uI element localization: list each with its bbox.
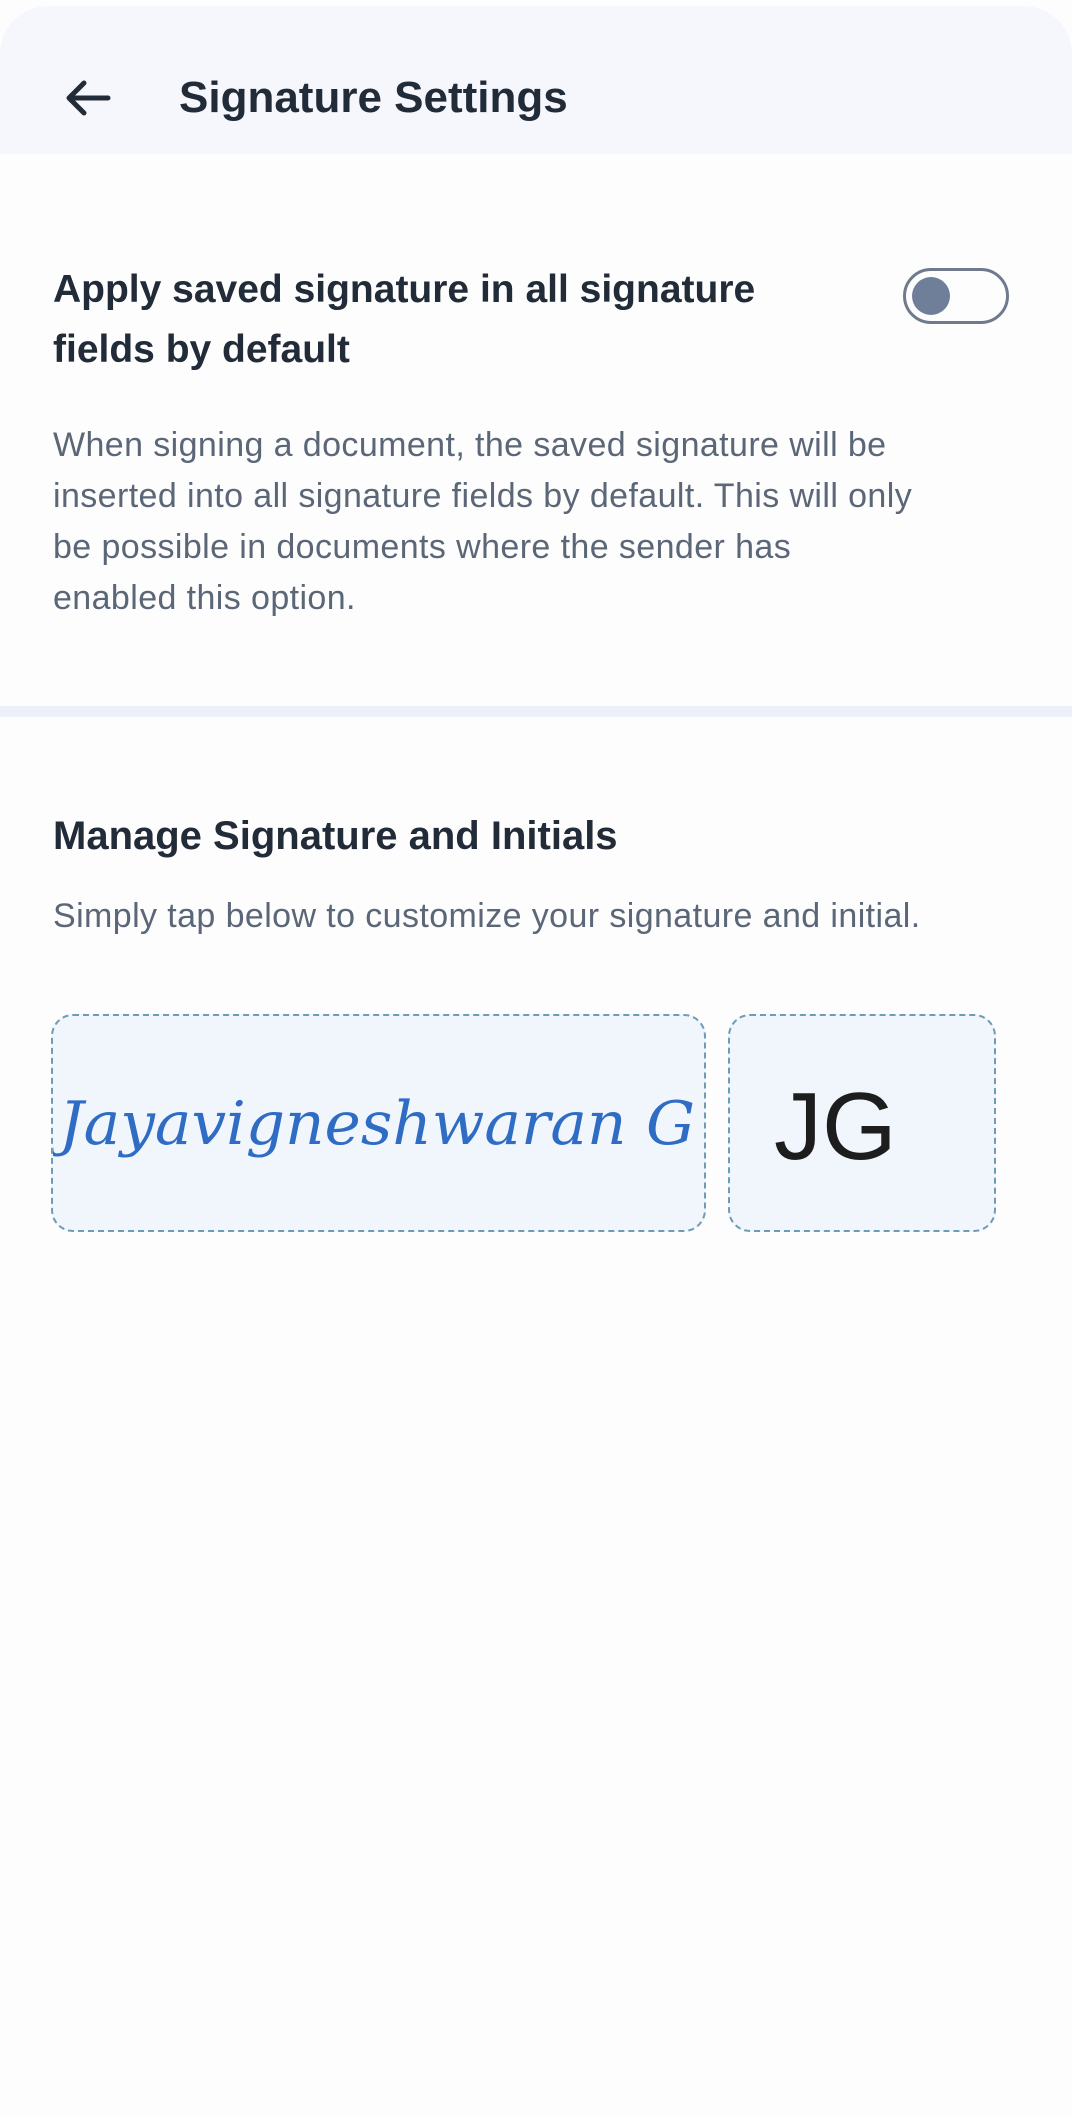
default-signature-section: Apply saved signature in all signature f… xyxy=(0,154,1072,706)
section-divider xyxy=(0,706,1072,717)
svg-text:Jayavigneshwaran G: Jayavigneshwaran G xyxy=(53,1089,695,1159)
svg-text:JG: JG xyxy=(774,1073,897,1180)
default-signature-description: When signing a document, the saved signa… xyxy=(53,426,913,617)
initials-image: JG xyxy=(774,1073,897,1180)
manage-section-title: Manage Signature and Initials xyxy=(53,814,618,858)
manage-section-description: Simply tap below to customize your signa… xyxy=(53,897,921,935)
app-bar: Signature Settings xyxy=(0,6,1072,154)
initials-preview-button[interactable]: JG xyxy=(728,1014,996,1232)
default-signature-toggle[interactable] xyxy=(903,268,1009,324)
toggle-knob xyxy=(912,277,950,315)
signature-image: Jayavigneshwaran G xyxy=(53,1089,695,1159)
page-title: Signature Settings xyxy=(179,73,568,122)
back-button[interactable] xyxy=(56,66,120,130)
arrow-left-icon xyxy=(66,80,111,116)
signature-preview-button[interactable]: Jayavigneshwaran G xyxy=(51,1014,706,1232)
default-signature-title: Apply saved signature in all signature f… xyxy=(53,268,756,371)
signature-settings-screen: Signature Settings Apply saved signature… xyxy=(0,0,1072,2115)
